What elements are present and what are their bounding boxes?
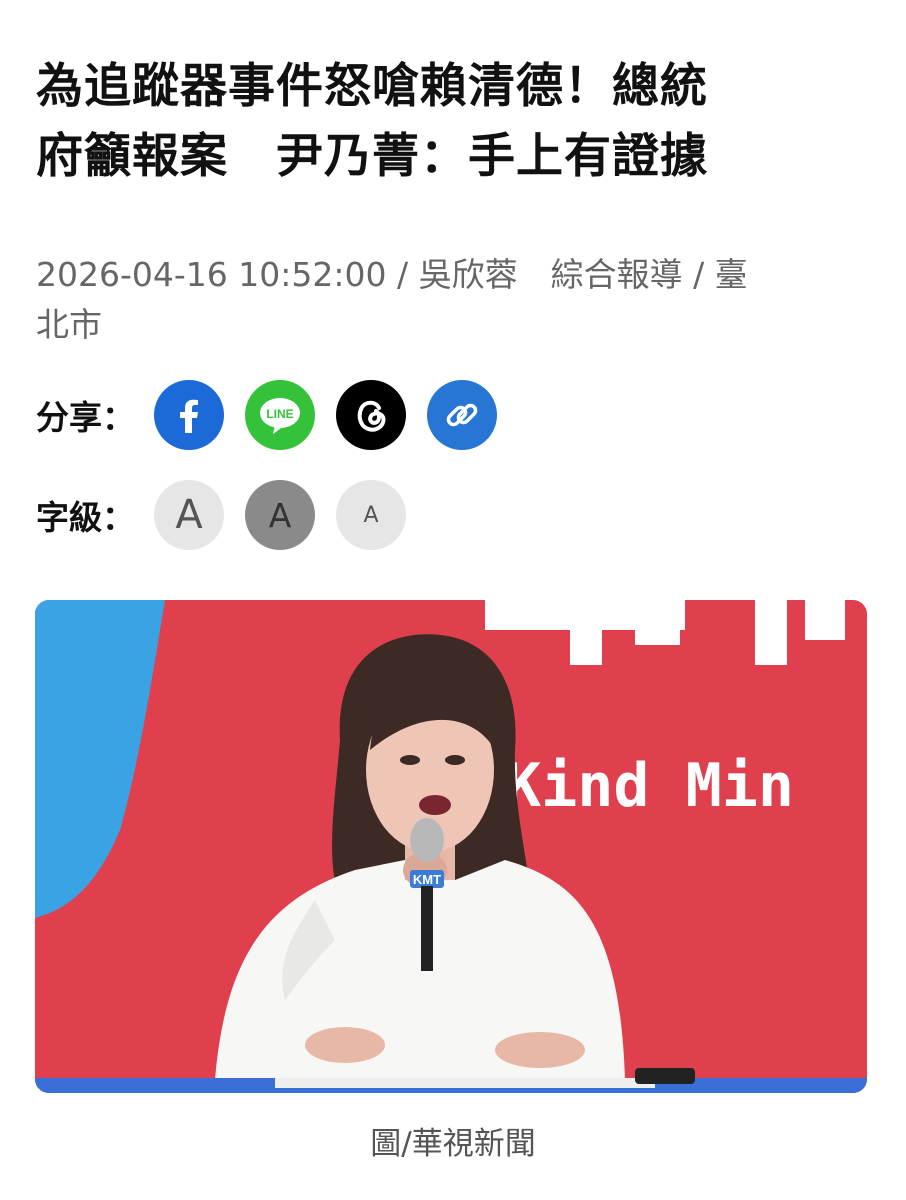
photo-caption: 圖/華視新聞 <box>370 1126 536 1162</box>
article-meta-line-1: 2026-04-16 10:52:00 / 吳欣蓉 綜合報導 / 臺 <box>36 255 748 294</box>
font-size-large-button[interactable]: A <box>154 480 224 550</box>
article-title-line-1: 為追蹤器事件怒嗆賴清德！總統 <box>36 59 708 114</box>
link-icon <box>446 403 478 427</box>
font-size-medium-button[interactable]: A <box>245 480 315 550</box>
line-icon-text: LINE <box>266 407 293 421</box>
font-size-label: 字級： <box>36 498 135 537</box>
font-size-small-glyph: A <box>363 502 379 528</box>
threads-icon <box>357 400 386 432</box>
article-meta-line-2: 北市 <box>36 305 102 344</box>
share-line-button[interactable]: LINE <box>245 380 315 450</box>
copy-link-button[interactable] <box>427 380 497 450</box>
press-conference-photo: Kind Min KMT <box>35 600 867 1093</box>
backdrop-text: Kind Min <box>505 751 794 821</box>
share-bar: 分享： LINE <box>36 380 518 450</box>
font-size-large-glyph: A <box>175 492 203 538</box>
line-icon: LINE <box>260 398 300 434</box>
facebook-icon <box>180 399 198 433</box>
article-title: 為追蹤器事件怒嗆賴清德！總統 府籲報案 尹乃菁：手上有證據 <box>36 52 876 192</box>
share-label: 分享： <box>36 398 135 437</box>
article-title-line-2: 府籲報案 尹乃菁：手上有證據 <box>36 129 708 184</box>
font-size-bar: 字級： A A A <box>36 480 427 550</box>
share-threads-button[interactable] <box>336 380 406 450</box>
font-size-small-button[interactable]: A <box>336 480 406 550</box>
microphone-flag-text: KMT <box>413 872 441 887</box>
article-photo: Kind Min KMT <box>35 600 867 1093</box>
font-size-medium-glyph: A <box>268 495 292 535</box>
share-facebook-button[interactable] <box>154 380 224 450</box>
article-meta: 2026-04-16 10:52:00 / 吳欣蓉 綜合報導 / 臺 北市 <box>36 250 866 350</box>
